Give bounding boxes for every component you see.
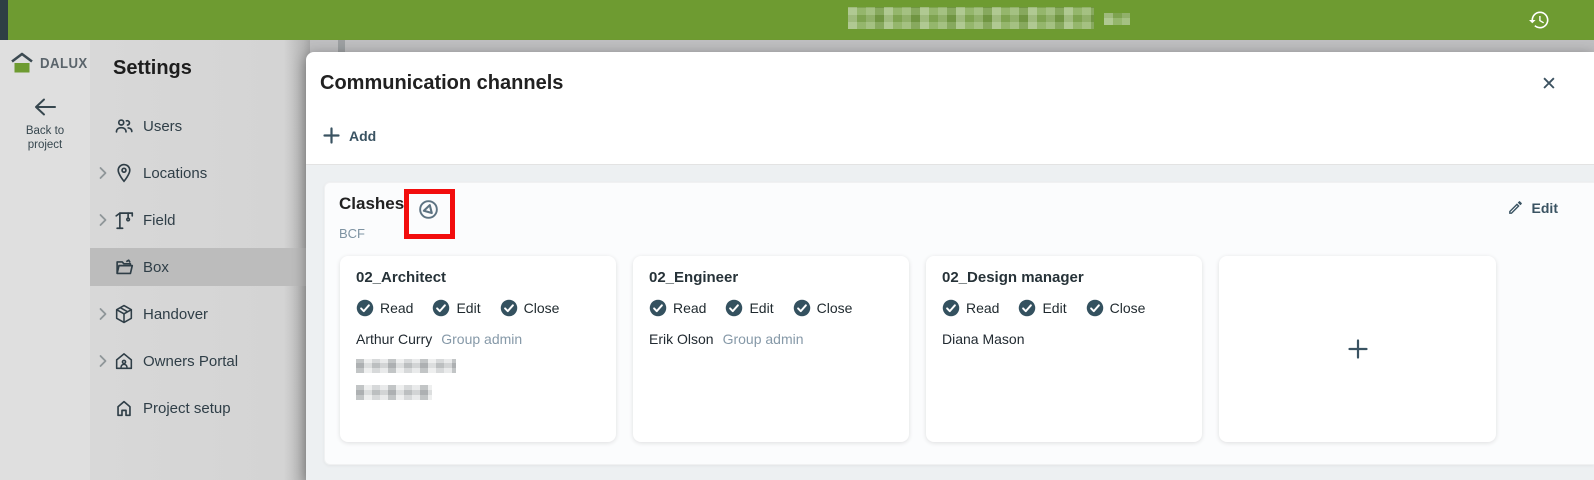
channel-title: Clashes [339,194,405,213]
check-circle-icon [500,299,518,317]
open-box-icon [113,256,135,278]
redacted-project-title [848,7,1094,29]
check-circle-icon [356,299,374,317]
member-role-badge: Group admin [441,331,523,347]
sidebar-item-label: Handover [143,305,209,323]
communication-channels-modal: Communication channels ✕ Add Clashes BCF… [306,52,1594,480]
permission-row: Read Edit Close [942,299,1186,317]
edit-channel-button[interactable]: Edit [1507,199,1558,216]
package-icon [113,303,135,325]
dalux-house-icon [9,52,35,74]
owners-portal-icon [113,350,135,372]
sidebar-item-box[interactable]: Box [90,248,310,286]
back-to-project-label: Back to project [25,125,65,151]
house-icon [113,397,135,419]
add-channel-button[interactable]: Add [323,127,376,144]
sidebar-item-label: Locations [143,164,208,182]
crane-icon [113,209,135,231]
permission-edit: Edit [432,299,481,317]
permission-edit: Edit [725,299,774,317]
channel-subtitle: BCF [339,226,365,241]
group-cards: 02_Architect Read Edit Close Arthur Curr… [340,256,1496,442]
back-to-project-button[interactable]: Back to project [0,96,90,152]
check-circle-icon [649,299,667,317]
chevron-right-icon [98,354,108,368]
permission-close: Close [500,299,559,317]
close-button[interactable]: ✕ [1538,73,1560,95]
plus-icon [323,127,340,144]
group-card-design-manager[interactable]: 02_Design manager Read Edit Close Diana … [926,256,1202,442]
permission-edit: Edit [1018,299,1067,317]
permission-row: Read Edit Close [649,299,893,317]
sidebar-item-owners-portal[interactable]: Owners Portal [90,342,310,380]
close-icon: ✕ [1541,73,1557,95]
member-name: Erik Olson [649,331,714,347]
redacted-title-suffix [1104,13,1130,25]
add-button-label: Add [349,127,377,144]
permission-close: Close [1086,299,1145,317]
pencil-icon [1507,199,1524,216]
member-row: Erik Olson Group admin [649,331,893,347]
chevron-right-icon [98,166,108,180]
sidebar-item-field[interactable]: Field [90,201,310,239]
users-icon [113,115,135,137]
sidebar-item-locations[interactable]: Locations [90,154,310,192]
history-icon [1527,8,1551,32]
check-circle-icon [725,299,743,317]
add-group-card[interactable] [1219,256,1496,442]
sidebar-item-users[interactable]: Users [90,107,310,145]
settings-sidebar: Settings Users Locations Field Box Hando… [90,40,310,480]
group-name: 02_Engineer [649,269,739,286]
redacted-member-line [356,359,456,373]
plus-icon [1347,338,1369,360]
member-row: Diana Mason [942,331,1186,347]
permission-read: Read [356,299,413,317]
modal-body: Clashes BCF Edit 02_Architect Read Edit … [306,165,1594,480]
member-row: Arthur Curry Group admin [356,331,600,347]
sidebar-item-project-setup[interactable]: Project setup [90,389,310,427]
history-button[interactable] [1526,7,1552,33]
group-name: 02_Architect [356,269,447,286]
top-app-bar [0,0,1594,40]
dalux-logo: DALUX [0,40,90,74]
settings-title: Settings [113,57,192,79]
check-circle-icon [432,299,450,317]
group-card-engineer[interactable]: 02_Engineer Read Edit Close Erik Olson G… [633,256,909,442]
member-role-badge: Group admin [722,331,804,347]
group-card-architect[interactable]: 02_Architect Read Edit Close Arthur Curr… [340,256,616,442]
edit-button-label: Edit [1531,199,1558,216]
channel-section-clashes: Clashes BCF Edit 02_Architect Read Edit … [324,182,1594,465]
sidebar-item-label: Box [143,258,169,276]
member-name: Diana Mason [942,331,1025,347]
nav-rail: DALUX Back to project [0,40,90,480]
modal-title: Communication channels [320,72,564,94]
chevron-right-icon [98,307,108,321]
sidebar-item-label: Users [143,117,183,135]
permission-row: Read Edit Close [356,299,600,317]
chevron-right-icon [98,213,108,227]
check-circle-icon [942,299,960,317]
sidebar-item-handover[interactable]: Handover [90,295,310,333]
sidebar-item-label: Owners Portal [143,352,239,370]
settings-menu: Users Locations Field Box Handover Owner… [90,98,310,427]
member-name: Arthur Curry [356,331,433,347]
bcf-swirl-icon [417,198,440,221]
group-name: 02_Design manager [942,269,1084,286]
app-window: DALUX Back to project Settings Users Loc… [0,0,1594,480]
dalux-logo-text: DALUX [40,54,88,72]
window-corner [0,0,8,40]
redacted-member-line [356,385,432,400]
sidebar-item-label: Project setup [143,399,231,417]
back-arrow-icon [32,96,58,118]
check-circle-icon [793,299,811,317]
location-pin-icon [113,162,135,184]
check-circle-icon [1086,299,1104,317]
permission-read: Read [649,299,706,317]
permission-close: Close [793,299,852,317]
sidebar-item-label: Field [143,211,176,229]
permission-read: Read [942,299,999,317]
check-circle-icon [1018,299,1036,317]
